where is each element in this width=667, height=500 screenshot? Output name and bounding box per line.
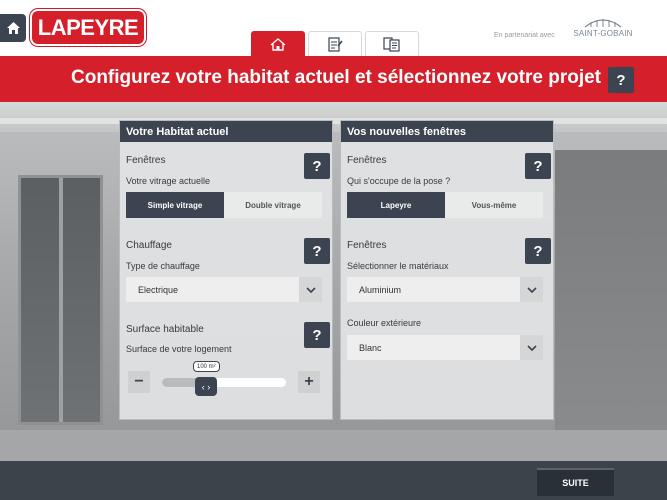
top-bar: LAPEYRE En partenariat avec SAINT-GOBAIN — [0, 0, 667, 56]
help-icon: ? — [533, 242, 543, 260]
surface-label: Surface de votre logement — [126, 344, 232, 354]
background-window-right — [555, 150, 667, 450]
tab-habitat[interactable] — [251, 31, 305, 56]
plus-icon: + — [304, 373, 314, 390]
tab-checklist[interactable] — [308, 31, 362, 56]
decrease-button[interactable]: − — [128, 371, 150, 393]
heating-type-label: Type de chauffage — [126, 261, 200, 271]
tab-documents[interactable] — [365, 31, 419, 56]
logo-text: LAPEYRE — [37, 14, 139, 40]
new-windows-panel: Vos nouvelles fenêtres Fenêtres Qui s'oc… — [340, 120, 554, 420]
self-install-option[interactable]: Vous-même — [445, 192, 543, 218]
help-icon: ? — [616, 71, 626, 89]
page-title: Configurez votre habitat actuel et sélec… — [71, 67, 601, 88]
increase-button[interactable]: + — [298, 371, 320, 393]
pose-label: Qui s'occupe de la pose ? — [347, 176, 451, 186]
documents-icon — [383, 36, 400, 52]
pose-help-button[interactable]: ? — [525, 153, 551, 179]
slider-thumb[interactable]: ‹ › — [195, 377, 217, 396]
slider-track[interactable]: 100 m² ‹ › — [162, 361, 286, 396]
heating-help-button[interactable]: ? — [304, 238, 330, 264]
surface-help-button[interactable]: ? — [304, 322, 330, 348]
current-home-panel: Votre Habitat actuel Fenêtres Votre vitr… — [119, 120, 333, 420]
heating-section-title: Chauffage — [126, 240, 172, 251]
double-glazing-option[interactable]: Double vitrage — [224, 192, 322, 218]
windows-help-button[interactable]: ? — [304, 153, 330, 179]
material-section-title: Fenêtres — [347, 240, 387, 251]
material-label: Sélectionner le matériaux — [347, 261, 449, 271]
partner-label: En partenariat avec — [494, 32, 555, 39]
next-button[interactable]: SUITE — [537, 468, 614, 496]
material-help-button[interactable]: ? — [525, 238, 551, 264]
exterior-color-value: Blanc — [359, 342, 382, 353]
heating-type-value: Electrique — [138, 284, 179, 295]
help-icon: ? — [312, 242, 322, 260]
home-button[interactable] — [0, 14, 26, 42]
material-value: Aluminium — [359, 284, 402, 295]
saint-gobain-logo: SAINT-GOBAIN — [570, 16, 636, 42]
help-icon: ? — [312, 157, 322, 175]
surface-section-title: Surface habitable — [126, 324, 204, 335]
new-windows-title: Vos nouvelles fenêtres — [341, 121, 553, 142]
banner-help-button[interactable]: ? — [608, 67, 634, 93]
background-window — [18, 175, 103, 425]
house-icon — [270, 37, 286, 51]
glazing-toggle: Simple vitrage Double vitrage — [126, 192, 322, 218]
pose-section-title: Fenêtres — [347, 155, 387, 166]
current-home-title: Votre Habitat actuel — [120, 121, 332, 142]
installer-toggle: Lapeyre Vous-même — [347, 192, 543, 218]
simple-glazing-option[interactable]: Simple vitrage — [126, 192, 224, 218]
lapeyre-option[interactable]: Lapeyre — [347, 192, 445, 218]
saint-gobain-roof-icon — [584, 19, 622, 28]
saint-gobain-text: SAINT-GOBAIN — [573, 29, 633, 38]
page-banner: Configurez votre habitat actuel et sélec… — [0, 56, 667, 102]
help-icon: ? — [533, 157, 543, 175]
exterior-color-label: Couleur extérieure — [347, 318, 422, 328]
windows-section-title: Fenêtres — [126, 155, 166, 166]
lapeyre-logo[interactable]: LAPEYRE — [32, 11, 144, 44]
surface-slider: − 100 m² ‹ › + — [128, 361, 324, 401]
chevron-down-icon — [520, 277, 543, 302]
minus-icon: − — [134, 373, 144, 390]
chevron-down-icon — [299, 277, 322, 302]
home-icon — [6, 22, 20, 34]
material-select[interactable]: Aluminium — [347, 277, 543, 302]
exterior-color-select[interactable]: Blanc — [347, 335, 543, 360]
help-icon: ? — [312, 326, 322, 344]
glazing-label: Votre vitrage actuelle — [126, 176, 211, 186]
chevron-down-icon — [520, 335, 543, 360]
surface-value-bubble: 100 m² — [193, 361, 220, 372]
heating-type-select[interactable]: Electrique — [126, 277, 322, 302]
nav-tabs — [251, 31, 419, 56]
checklist-icon — [328, 36, 343, 52]
drag-arrows-icon: ‹ › — [201, 381, 211, 392]
